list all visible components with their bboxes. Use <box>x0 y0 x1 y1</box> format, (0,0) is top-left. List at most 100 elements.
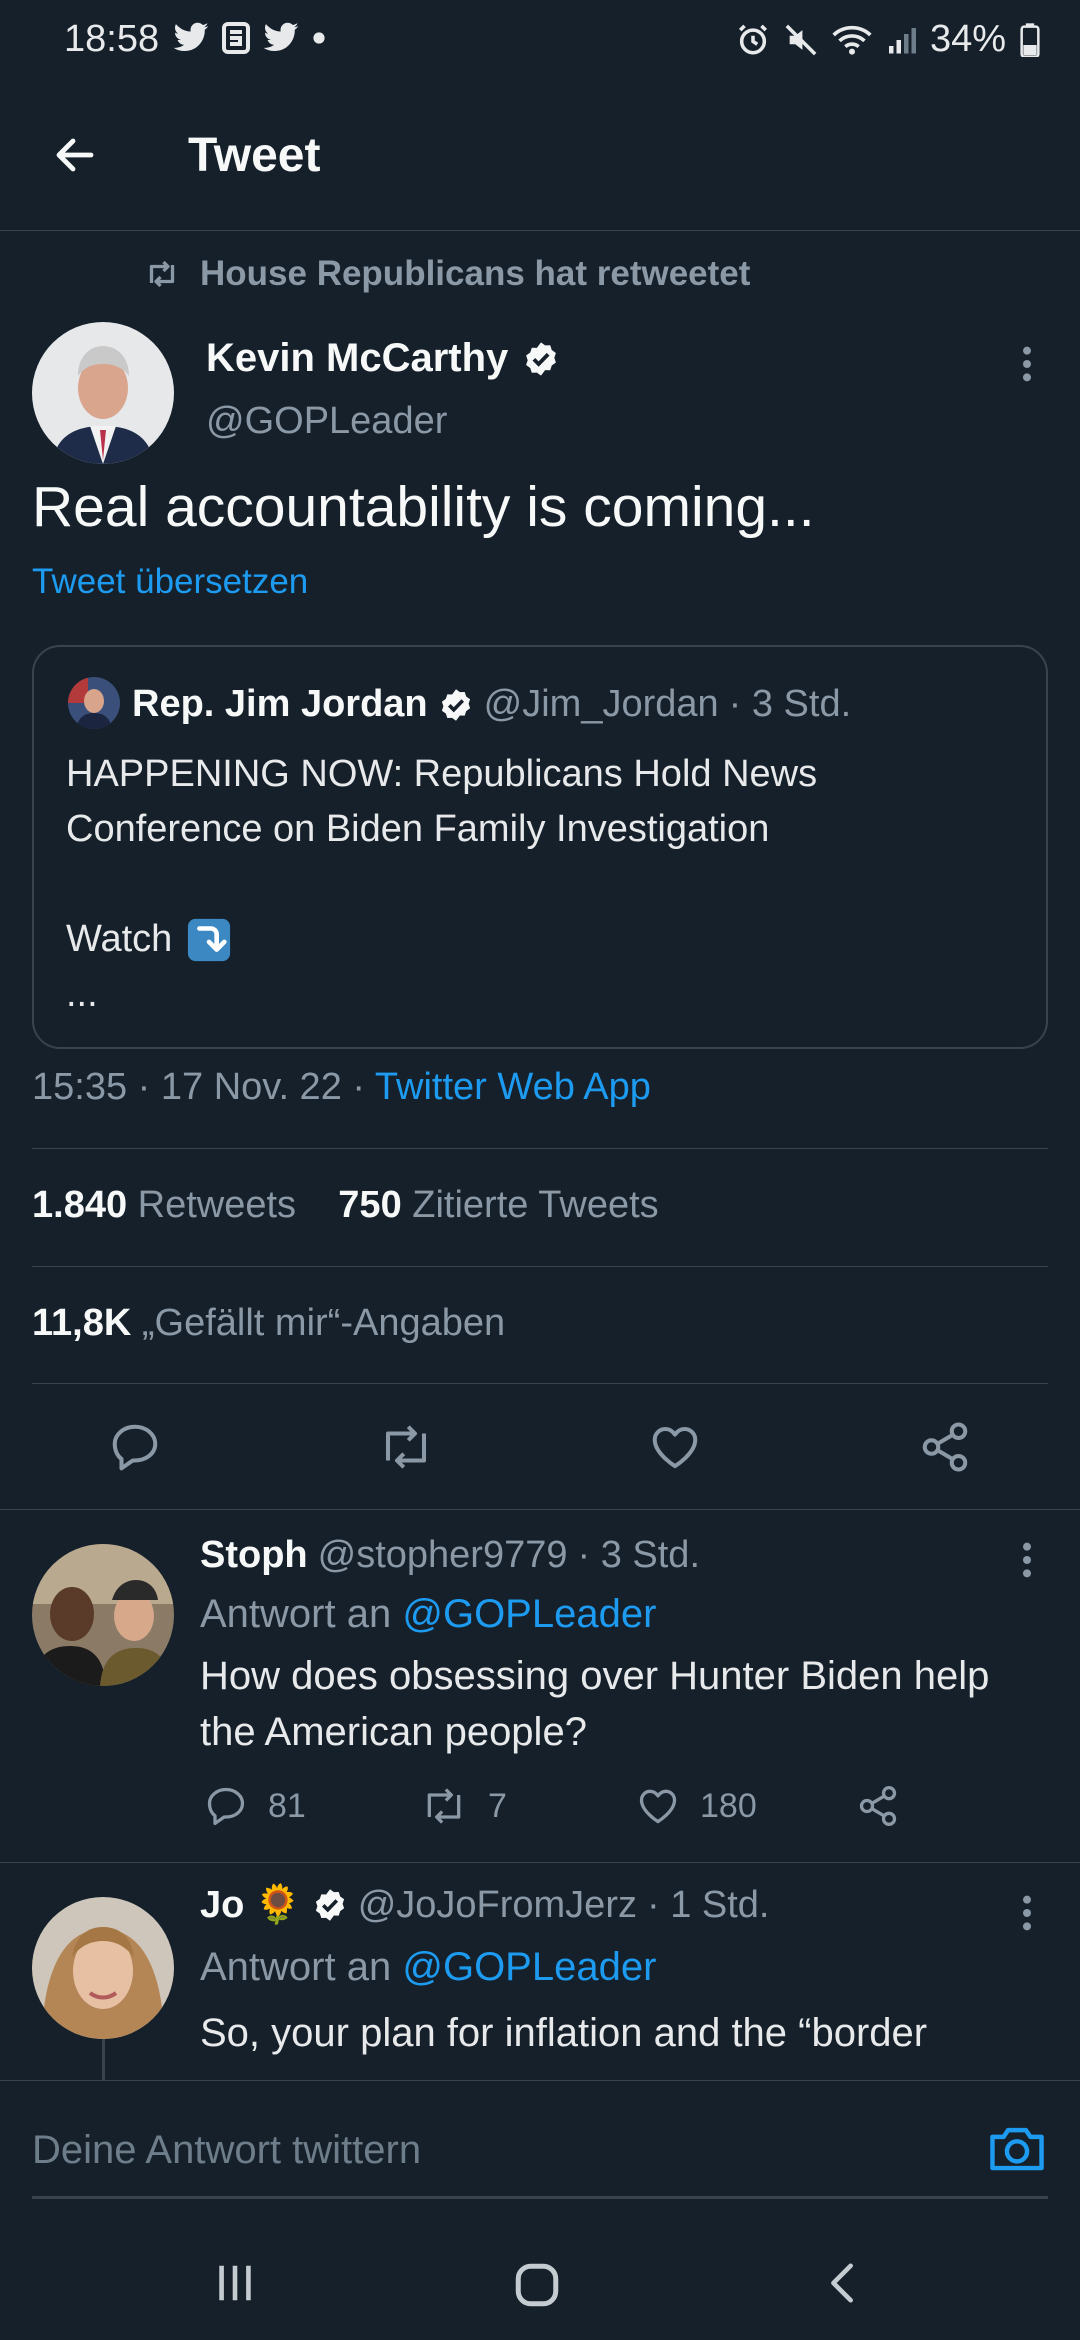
comment-icon <box>112 1424 158 1471</box>
retweet-icon <box>385 1425 427 1469</box>
verified-badge-icon <box>441 688 470 721</box>
reply-to: Antwort an @GOPLeader <box>200 1945 656 1990</box>
status-bar: 18:58 34% <box>0 0 1080 80</box>
translate-tweet-link[interactable]: Tweet übersetzen <box>32 562 308 602</box>
reply-header: Jo 🌻 @JoJoFromJerz · 1 Std. <box>200 1883 769 1927</box>
arrow-down-emoji-icon <box>188 918 231 961</box>
reply-author-handle[interactable]: @JoJoFromJerz <box>358 1884 637 1927</box>
reply-comment-button[interactable]: 81 <box>204 1784 420 1828</box>
likes-label: „Gefällt mir“-Angaben <box>141 1302 506 1344</box>
quote-header: Rep. Jim Jordan @Jim_Jordan · 3 Std. <box>132 683 851 726</box>
retweets-label: Retweets <box>137 1184 297 1226</box>
reply-time: · 1 Std. <box>646 1883 770 1926</box>
divider <box>32 1148 1048 1149</box>
reply-tweet[interactable]: Jo 🌻 @JoJoFromJerz · 1 Std. Antwort an @… <box>0 1863 1080 2080</box>
author-name-row[interactable]: Kevin McCarthy <box>206 336 560 381</box>
reply-text: How does obsessing over Hunter Biden hel… <box>200 1648 1080 1760</box>
quote-body: HAPPENING NOW: Republicans Hold News Con… <box>66 747 1026 1022</box>
share-icon <box>922 1422 968 1472</box>
quotes-stat[interactable]: 750 Zitierte Tweets <box>338 1184 658 1226</box>
author-handle[interactable]: @GOPLeader <box>206 400 447 443</box>
reply-like-button[interactable]: 180 <box>636 1784 856 1828</box>
reply-header: Stoph @stopher9779 · 3 Std. <box>200 1534 700 1577</box>
quote-text-line2: Conference on Biden Family Investigation <box>66 808 770 850</box>
quote-text-line4: ... <box>66 973 98 1015</box>
reply-share-button[interactable] <box>856 1784 900 1828</box>
retweet-icon <box>427 1788 461 1824</box>
retweet-button[interactable] <box>376 1420 436 1474</box>
reply-text-line2: the American people? <box>200 1710 587 1754</box>
likes-stat[interactable]: 11,8K „Gefällt mir“-Angaben <box>32 1302 505 1345</box>
recent-apps-icon <box>219 2265 251 2301</box>
reply-author-handle[interactable]: @stopher9779 <box>318 1534 568 1577</box>
reply-button[interactable] <box>108 1420 162 1474</box>
verified-badge-icon <box>315 1889 344 1921</box>
comment-icon <box>207 1787 245 1826</box>
dot-icon <box>313 32 325 44</box>
back-button[interactable] <box>40 120 110 190</box>
author-avatar-image <box>32 322 174 464</box>
timestamp-row: 15:35 · 17 Nov. 22 · Twitter Web App <box>32 1066 651 1109</box>
share-icon <box>859 1786 897 1826</box>
mute-icon <box>785 24 817 55</box>
more-options-button[interactable] <box>1010 344 1044 384</box>
tweet-text: Real accountability is coming... <box>32 475 815 539</box>
divider <box>32 1266 1048 1267</box>
quote-tweet-card[interactable]: Rep. Jim Jordan @Jim_Jordan · 3 Std. HAP… <box>32 645 1048 1049</box>
reply-text-line1: How does obsessing over Hunter Biden hel… <box>200 1654 990 1698</box>
page-title: Tweet <box>188 129 321 182</box>
quote-text-line1: HAPPENING NOW: Republicans Hold News <box>66 753 818 795</box>
reply-avatar[interactable] <box>32 1897 174 2039</box>
divider <box>32 1383 1048 1384</box>
source-link[interactable]: Twitter Web App <box>375 1066 651 1108</box>
compose-underline <box>32 2196 1048 2199</box>
notification-icons <box>172 22 326 54</box>
quote-author-avatar <box>68 677 120 729</box>
reply-to-handle[interactable]: @GOPLeader <box>402 1592 656 1636</box>
more-vertical-icon <box>1023 346 1031 382</box>
reply-retweet-count: 7 <box>488 1786 507 1825</box>
alarm-icon <box>738 24 767 55</box>
system-back-button[interactable] <box>820 2260 866 2306</box>
retweets-stat[interactable]: 1.840 Retweets <box>32 1184 296 1226</box>
camera-icon <box>990 2127 1044 2171</box>
quotes-label: Zitierte Tweets <box>412 1184 659 1226</box>
status-time: 18:58 <box>64 18 160 60</box>
twitter-bird-icon-2 <box>263 22 299 51</box>
retweet-banner[interactable]: House Republicans hat retweetet <box>144 254 750 294</box>
share-button[interactable] <box>918 1420 972 1474</box>
retweets-count: 1.840 <box>32 1184 128 1226</box>
verified-badge-icon <box>526 341 557 376</box>
reply-avatar-image <box>32 1897 174 2039</box>
reply-author-name[interactable]: Jo <box>200 1884 244 1927</box>
reply-to-handle[interactable]: @GOPLeader <box>402 1945 656 1989</box>
quote-time: · 3 Std. <box>728 683 852 725</box>
reply-to-prefix: Antwort an <box>200 1592 392 1636</box>
author-avatar[interactable] <box>32 322 174 464</box>
reply-input[interactable]: Deine Antwort twittern <box>32 2128 421 2173</box>
reply-more-button[interactable] <box>1010 1893 1044 1933</box>
stats-row: 1.840 Retweets 750 Zitierte Tweets <box>32 1184 659 1227</box>
home-icon <box>515 2263 559 2307</box>
reply-tweet[interactable]: Stoph @stopher9779 · 3 Std. Antwort an @… <box>0 1510 1080 1862</box>
reply-retweet-button[interactable]: 7 <box>420 1784 636 1828</box>
quote-author-handle: @Jim_Jordan <box>483 683 719 725</box>
reply-more-button[interactable] <box>1010 1540 1044 1580</box>
battery-icon <box>1020 22 1040 57</box>
quote-author-name: Rep. Jim Jordan <box>132 683 428 725</box>
reply-author-name[interactable]: Stoph <box>200 1534 308 1577</box>
recent-apps-button[interactable] <box>212 2260 258 2306</box>
header-divider <box>0 230 1080 231</box>
reply-avatar[interactable] <box>32 1544 174 1686</box>
like-button[interactable] <box>648 1420 702 1474</box>
reply-time: · 3 Std. <box>577 1534 701 1576</box>
camera-button[interactable] <box>988 2122 1046 2174</box>
system-nav-bar <box>0 2210 1080 2340</box>
reply-comment-count: 81 <box>268 1786 306 1825</box>
home-button[interactable] <box>512 2260 562 2310</box>
quote-avatar-image <box>68 677 120 729</box>
heart-icon <box>652 1426 698 1469</box>
author-name: Kevin McCarthy <box>206 336 509 380</box>
more-vertical-icon <box>1023 1542 1031 1578</box>
quotes-count: 750 <box>338 1184 402 1226</box>
